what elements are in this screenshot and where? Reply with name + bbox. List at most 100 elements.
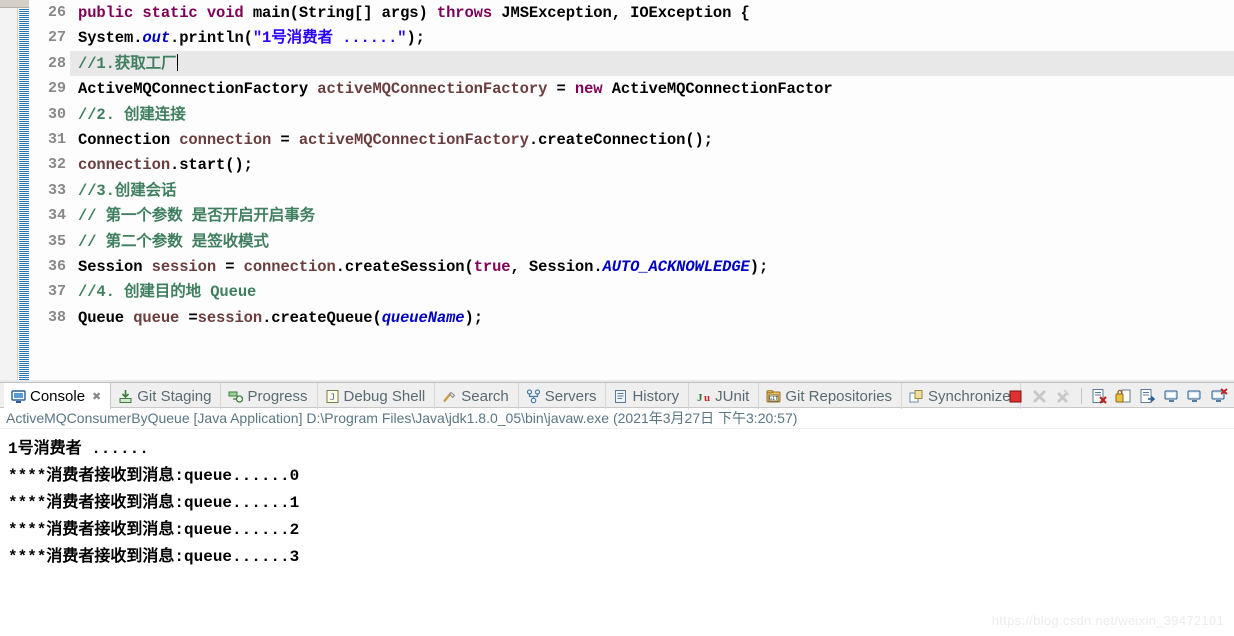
line-number: 28 [47,54,66,72]
console-output-line: ****消费者接收到消息:queue......2 [8,521,300,539]
code-token: Connection [78,130,180,149]
code-token: connection [179,130,272,149]
code-token: .println( [170,29,253,48]
svg-text:J: J [329,393,334,403]
gutter-row: 38 [29,305,70,330]
tab-console[interactable]: Console ✖ [4,383,112,409]
line-number: 34 [47,207,66,225]
code-token: "1号消费者 ......" [252,29,407,48]
open-console-button[interactable] [1211,387,1228,405]
code-line[interactable]: ActiveMQConnectionFactory activeMQConnec… [70,76,1234,101]
code-token: .createConnection(); [528,130,713,149]
line-number: 27 [47,29,66,47]
code-line[interactable]: // 第一个参数 是否开启开启事务 [70,203,1234,228]
servers-icon [526,388,541,404]
tab-label: JUnit [715,387,750,405]
view-tabs: Console ✖ Git Staging Progress J Debug Shell S… [4,383,1021,409]
code-line-text: //2. 创建连接 [70,106,186,124]
line-number: 37 [47,283,66,301]
code-token: connection [78,156,171,175]
tab-search[interactable]: Search [435,383,519,409]
code-line[interactable]: // 第二个参数 是签收模式 [70,229,1234,254]
code-line[interactable]: Connection connection = activeMQConnecti… [70,127,1234,152]
code-token: = [179,308,198,327]
code-token: queueName [381,308,465,327]
code-token: queue [133,308,180,327]
code-token: JMSException, IOException { [501,4,750,22]
code-token: activeMQConnectionFactory [317,80,548,99]
close-icon[interactable]: ✖ [92,390,101,403]
code-line[interactable]: //2. 创建连接 [70,102,1234,127]
toolbar-separator [1081,388,1082,404]
gutter-row: 34 [29,203,70,228]
clear-console-button[interactable] [1091,388,1108,405]
tab-label: Git Repositories [785,387,893,405]
code-editor[interactable]: 26 27 28 29 30 31 32 33 34 35 36 37 38 public static… [0,0,1234,382]
code-token: AUTO_ACKNOWLEDGE [602,257,750,276]
annotation-ruler[interactable] [19,8,29,382]
code-line[interactable]: //4. 创建目的地 Queue [70,279,1234,304]
line-number: 29 [47,80,66,98]
code-line-text: public static void main(String[] args) t… [70,4,750,22]
gutter-row: 33 [29,178,70,203]
text-caret [177,53,179,71]
code-token: = [547,80,575,99]
gutter-row: 30 [29,102,70,127]
tab-history[interactable]: History [606,383,690,409]
tab-progress[interactable]: Progress [221,383,318,409]
code-line[interactable]: Session session = connection.createSessi… [70,254,1234,279]
gutter-row: 26 [29,0,81,25]
tab-git-repositories[interactable]: GIT Git Repositories [759,383,903,409]
console-toolbar [1007,383,1232,409]
line-number: 32 [47,156,66,174]
tab-label: Console [30,387,86,405]
code-line[interactable]: System.out.println("1号消费者 ......"); [70,25,1234,50]
scroll-lock-button[interactable] [1115,388,1132,405]
line-number: 30 [47,105,66,123]
code-token: activeMQConnectionFactory [298,130,529,149]
remove-launch-button [1031,388,1048,405]
code-line-text: Session session = connection.createSessi… [70,258,768,276]
code-token: session [151,257,217,276]
code-line[interactable]: Queue queue =session.createQueue(queueNa… [70,305,1234,330]
code-text-area[interactable]: public static void main(String[] args) t… [70,0,1234,382]
code-line-text: connection.start(); [70,156,253,174]
code-line-text: //1.获取工厂 [70,53,179,73]
code-line[interactable]: public static void main(String[] args) t… [70,0,1234,25]
code-token: ); [749,257,769,276]
code-line[interactable]: //3.创建会话 [70,178,1234,203]
code-line[interactable]: connection.start(); [70,152,1234,177]
svg-text:GIT: GIT [769,396,778,402]
junit-icon: Ju [696,389,711,404]
code-token: throws [436,4,502,22]
terminate-button[interactable] [1007,388,1024,405]
code-token: //4. 创建目的地 Queue [78,283,257,302]
code-token: ); [464,308,484,327]
code-line-current[interactable]: //1.获取工厂 [70,50,1234,77]
remove-all-launches-button [1055,388,1072,405]
git-repositories-icon: GIT [766,389,781,404]
tab-git-staging[interactable]: Git Staging [111,383,222,409]
code-token: //1.获取工厂 [78,54,177,73]
gutter-row: 32 [29,152,70,177]
line-number: 33 [47,181,66,199]
gutter-row: 29 [29,76,70,101]
code-line-text: Queue queue =session.createQueue(queueNa… [70,309,483,327]
pin-console-button[interactable] [1163,388,1180,405]
console-output[interactable]: 1号消费者 ...... ****消费者接收到消息:queue......0 ***… [0,430,1234,636]
code-token: public static void [78,4,253,22]
code-line-text: //4. 创建目的地 Queue [70,283,256,301]
tab-label: Servers [544,387,597,405]
tab-debug-shell[interactable]: J Debug Shell [318,383,436,409]
gutter-row: 31 [29,127,70,152]
code-token: = [271,130,299,149]
word-wrap-button[interactable] [1139,388,1156,405]
tab-synchronize[interactable]: Synchronize [902,383,1021,409]
tab-junit[interactable]: Ju JUnit [689,383,760,409]
console-output-line: 1号消费者 ...... [8,440,149,458]
gutter-row: 27 [29,25,70,50]
display-selected-console-button[interactable] [1187,388,1204,405]
tab-servers[interactable]: Servers [519,383,607,409]
line-number: 35 [47,232,66,250]
code-token: main(String[] args) [252,4,437,22]
